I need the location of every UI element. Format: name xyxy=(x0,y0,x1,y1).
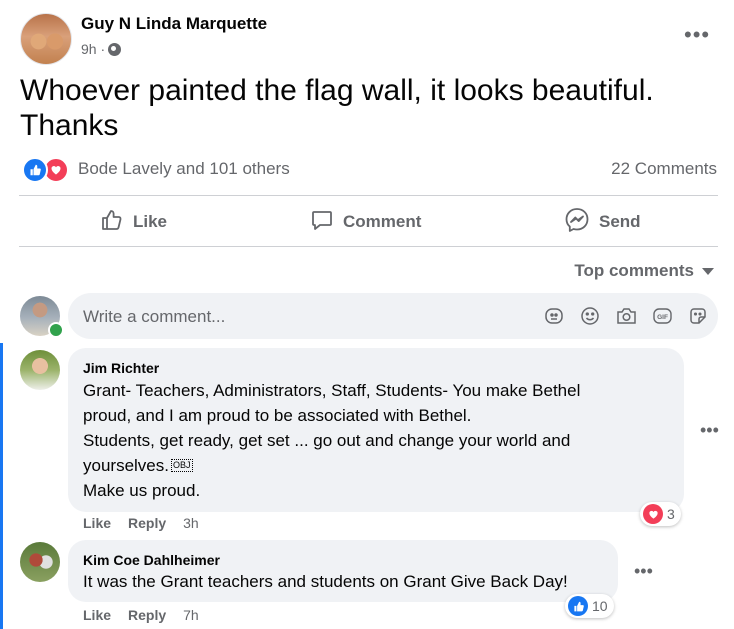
comment-more-options-icon[interactable]: ••• xyxy=(700,421,719,439)
comment-actions: Like Reply 3h xyxy=(83,515,199,531)
commenter-avatar[interactable] xyxy=(20,350,60,390)
send-button[interactable]: Send xyxy=(564,207,641,238)
comment-text: Grant- Teachers, Administrators, Staff, … xyxy=(83,378,580,503)
comment-reply-link[interactable]: Reply xyxy=(128,515,166,531)
reaction-count: 10 xyxy=(592,598,608,614)
post-text: Whoever painted the flag wall, it looks … xyxy=(20,74,654,142)
author-avatar[interactable] xyxy=(20,13,72,65)
like-reaction-icon xyxy=(568,596,588,616)
emoji-icon[interactable] xyxy=(579,305,601,327)
post-more-options-icon[interactable]: ••• xyxy=(684,24,710,46)
reaction-icons[interactable] xyxy=(22,157,69,183)
comment-line: proud, and I am proud to be associated w… xyxy=(83,406,472,425)
comment-button[interactable]: Comment xyxy=(310,208,421,236)
comment-like-link[interactable]: Like xyxy=(83,515,111,531)
comment-time[interactable]: 7h xyxy=(183,607,199,623)
comment-reaction-badge[interactable]: 3 xyxy=(640,502,681,526)
post-meta: 9h · xyxy=(81,41,122,57)
comment-input-placeholder: Write a comment... xyxy=(83,307,226,326)
comment-button-label: Comment xyxy=(343,212,422,231)
divider xyxy=(19,195,718,196)
divider xyxy=(19,246,718,247)
like-reaction-icon xyxy=(22,157,48,183)
post-time[interactable]: 9h · xyxy=(81,41,105,57)
like-button[interactable]: Like xyxy=(100,208,167,236)
comment-time[interactable]: 3h xyxy=(183,515,199,531)
commenter-name[interactable]: Kim Coe Dahlheimer xyxy=(83,552,220,568)
gif-icon[interactable]: GIF xyxy=(651,305,673,327)
comments-count[interactable]: 22 Comments xyxy=(611,159,717,179)
comment-sort-dropdown[interactable]: Top comments xyxy=(574,261,714,281)
comment-like-link[interactable]: Like xyxy=(83,607,111,623)
composer-tools: GIF xyxy=(543,305,709,327)
svg-text:GIF: GIF xyxy=(657,314,668,321)
comment-line: Students, get ready, get set ... go out … xyxy=(83,431,571,450)
obj-placeholder: OBJ xyxy=(170,459,193,472)
thumbs-up-icon xyxy=(100,208,124,237)
reactions-summary[interactable]: Bode Lavely and 101 others xyxy=(78,159,290,179)
comment-line-text: yourselves. xyxy=(83,456,169,475)
send-button-label: Send xyxy=(599,212,641,231)
comment-actions: Like Reply 7h xyxy=(83,607,199,623)
avatar-sticker-icon[interactable] xyxy=(543,305,565,327)
sticker-icon[interactable] xyxy=(687,305,709,327)
comment-text: It was the Grant teachers and students o… xyxy=(83,572,568,591)
comment-line: Make us proud. xyxy=(83,481,201,500)
public-globe-icon xyxy=(108,42,122,56)
commenter-avatar[interactable] xyxy=(20,542,60,582)
camera-icon[interactable] xyxy=(615,305,637,327)
reaction-count: 3 xyxy=(667,506,675,522)
comment-bubble-icon xyxy=(310,208,334,237)
comment-line: Grant- Teachers, Administrators, Staff, … xyxy=(83,381,581,400)
caret-down-icon xyxy=(702,267,714,275)
love-reaction-icon xyxy=(643,504,663,524)
post-author-name[interactable]: Guy N Linda Marquette xyxy=(81,14,267,34)
messenger-icon xyxy=(564,207,590,238)
like-button-label: Like xyxy=(133,212,168,231)
comment-reaction-badge[interactable]: 10 xyxy=(565,594,614,618)
comment-more-options-icon[interactable]: ••• xyxy=(634,562,653,580)
online-status-dot xyxy=(48,322,64,338)
commenter-name[interactable]: Jim Richter xyxy=(83,360,159,376)
comment-sort-label: Top comments xyxy=(574,261,694,280)
comment-line: yourselves. OBJ xyxy=(83,453,580,478)
comment-reply-link[interactable]: Reply xyxy=(128,607,166,623)
highlight-bar xyxy=(0,343,3,629)
